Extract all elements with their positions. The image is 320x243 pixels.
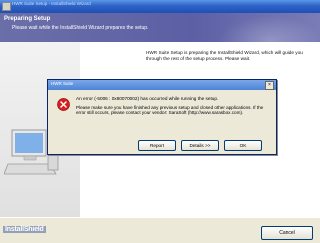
error-icon — [57, 98, 70, 111]
page-subtitle: Please wait while the InstallShield Wiza… — [12, 25, 149, 31]
wizard-header: Preparing Setup Please wait while the In… — [0, 11, 320, 44]
error-dialog: HWR Suite × An error (-5006 : 0x80070002… — [47, 79, 277, 155]
dialog-title-bar[interactable]: HWR Suite × — [48, 80, 276, 90]
page-title: Preparing Setup — [4, 16, 51, 22]
error-details-text: Please make sure you have finished any p… — [76, 105, 264, 116]
ok-button[interactable]: OK — [224, 140, 262, 151]
dialog-title: HWR Suite — [51, 81, 74, 86]
app-icon — [2, 2, 11, 11]
close-icon[interactable]: × — [265, 81, 274, 90]
error-message: An error (-5006 : 0x80070002) has occurr… — [76, 96, 219, 101]
installshield-logo: InstallShield — [3, 226, 46, 233]
cancel-button[interactable]: Cancel — [261, 226, 313, 240]
wizard-footer: InstallShield Cancel — [0, 217, 320, 243]
setup-description: HWR Suite Setup is preparing the Install… — [146, 50, 312, 62]
description-text: HWR Suite Setup is preparing the Install… — [146, 50, 303, 61]
details-button[interactable]: Details >> — [181, 140, 219, 151]
header-decoration — [210, 11, 320, 44]
report-button[interactable]: Report — [138, 140, 176, 151]
window-title: HWR Suite Setup - InstallShield Wizard — [12, 1, 91, 6]
